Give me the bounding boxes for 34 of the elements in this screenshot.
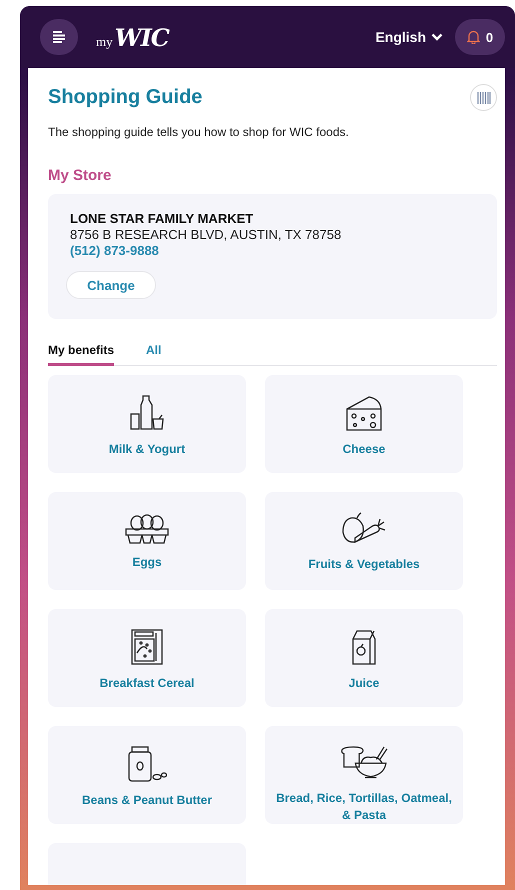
- cheese-icon: [345, 395, 383, 431]
- tab[interactable]: My benefits: [48, 343, 114, 366]
- bread-bowl-icon: [339, 746, 389, 780]
- category-card[interactable]: Cheese: [265, 375, 463, 473]
- barcode-icon: [476, 92, 490, 104]
- juice-carton-icon: [350, 629, 378, 665]
- cereal-box-icon: [131, 629, 163, 665]
- milk-yogurt-icon: [129, 395, 165, 431]
- page-description: The shopping guide tells you how to shop for WIC foods.: [48, 125, 350, 139]
- tab[interactable]: All: [146, 343, 162, 366]
- phone-link[interactable]: (512) 873-9888: [70, 243, 159, 258]
- change-button[interactable]: Change: [66, 271, 156, 299]
- store-name: LONE STAR FAMILY MARKET: [70, 211, 254, 226]
- language-dropdown[interactable]: English: [375, 29, 443, 45]
- category-card[interactable]: Beans & Peanut Butter: [48, 726, 246, 824]
- jar-icon: [127, 746, 167, 782]
- menu-button[interactable]: [40, 19, 78, 55]
- category-card[interactable]: Bread, Rice, Tortillas, Oatmeal, & Pasta: [265, 726, 463, 824]
- category-card[interactable]: Fruits & Vegetables: [265, 492, 463, 590]
- chevron-down-icon: [431, 33, 443, 41]
- store-address: 8756 B RESEARCH BLVD, AUSTIN, TX 78758: [70, 227, 342, 242]
- category-card[interactable]: Breakfast Cereal: [48, 609, 246, 707]
- app-logo: my WIC: [96, 22, 169, 52]
- category-card[interactable]: Milk & Yogurt: [48, 375, 246, 473]
- menu-icon: [52, 31, 66, 43]
- page-title: Shopping Guide: [48, 86, 202, 109]
- fruit-vegetable-icon: [341, 512, 387, 546]
- notifications-button[interactable]: 0: [455, 19, 505, 55]
- barcode-button[interactable]: [470, 84, 497, 111]
- category-card[interactable]: Eggs: [48, 492, 246, 590]
- egg-carton-icon: [125, 512, 169, 544]
- section-heading: My Store: [48, 167, 112, 184]
- bell-icon: [466, 30, 480, 44]
- category-card[interactable]: Juice: [265, 609, 463, 707]
